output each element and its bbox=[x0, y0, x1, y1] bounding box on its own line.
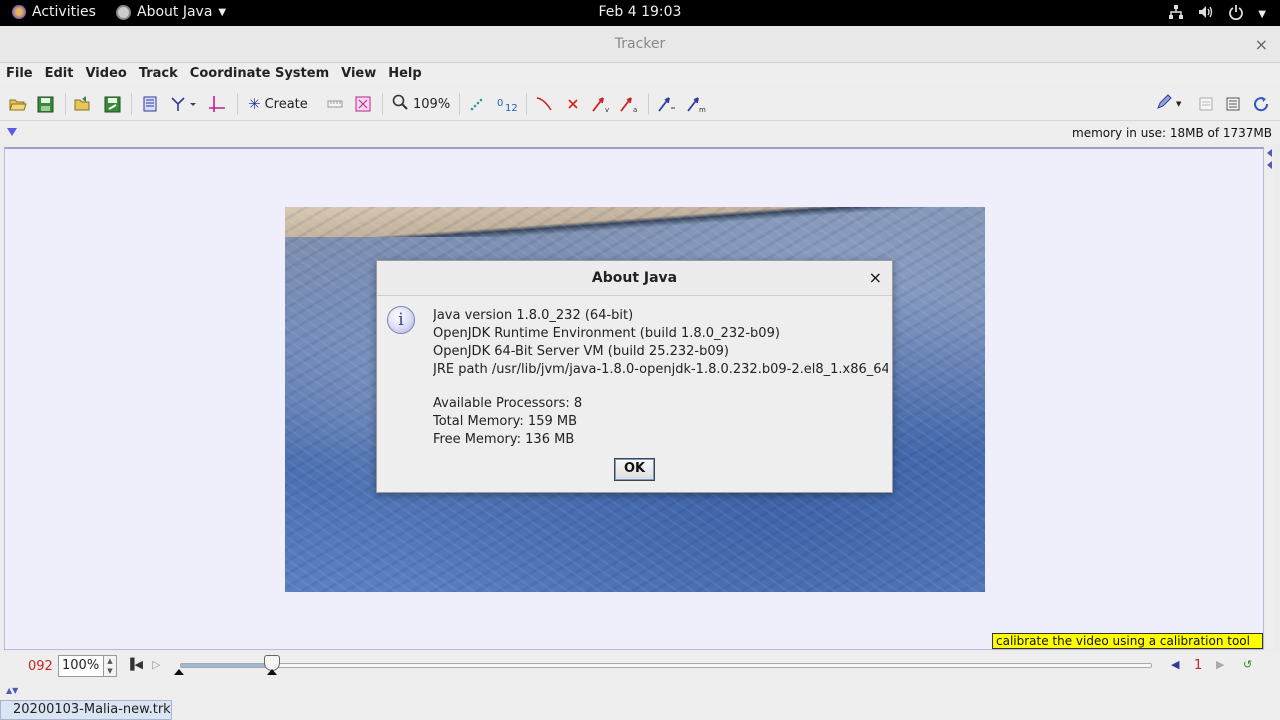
save-icon[interactable] bbox=[37, 95, 54, 113]
svg-text:a: a bbox=[633, 106, 637, 113]
pencil-icon bbox=[1156, 94, 1174, 114]
trails-icon[interactable] bbox=[469, 95, 485, 113]
calibration-tools-icon[interactable] bbox=[170, 95, 196, 113]
clip-settings-icon[interactable] bbox=[142, 95, 158, 113]
expand-left-icon[interactable] bbox=[1267, 149, 1272, 157]
system-top-bar: Activities About Java ▼ Feb 4 19:03 ▼ bbox=[0, 0, 1280, 26]
dialog-title: About Java bbox=[591, 270, 678, 286]
chevron-down-icon: ▼ bbox=[1176, 100, 1182, 108]
frame-slider-fill bbox=[181, 664, 274, 667]
playback-rate-field[interactable]: 100% bbox=[58, 655, 104, 677]
server-vm-line: OpenJDK 64-Bit Server VM (build 25.232-b… bbox=[433, 344, 729, 359]
labels-icon[interactable]: 0 12 bbox=[497, 95, 517, 113]
start-frame-marker[interactable] bbox=[174, 669, 184, 675]
svg-text:m: m bbox=[699, 106, 706, 113]
system-status-area[interactable]: ▼ bbox=[1168, 4, 1266, 24]
tab-strip-collapse-icon[interactable]: ▲▼ bbox=[6, 686, 18, 695]
menu-coordinate-system[interactable]: Coordinate System bbox=[184, 63, 335, 85]
tab-trk-file[interactable]: 20200103-Malia-new.trk bbox=[0, 700, 172, 720]
power-icon bbox=[1228, 4, 1244, 24]
menu-bar: File Edit Video Track Coordinate System … bbox=[0, 63, 1280, 85]
go-to-start-button[interactable]: ▐◀ bbox=[126, 658, 143, 671]
ruler-toggle-icon[interactable] bbox=[355, 95, 371, 113]
runtime-environment-line: OpenJDK Runtime Environment (build 1.8.0… bbox=[433, 326, 780, 341]
frame-slider[interactable] bbox=[180, 663, 1152, 668]
free-memory-line: Free Memory: 136 MB bbox=[433, 432, 575, 447]
file-tab-strip: ▲▼ 20200103-Malia-new.trk bbox=[0, 684, 1280, 720]
window-close-button[interactable]: × bbox=[1255, 35, 1268, 54]
path-icon[interactable] bbox=[536, 95, 554, 113]
dialog-close-button[interactable]: × bbox=[869, 268, 882, 287]
open-folder-icon[interactable] bbox=[74, 95, 92, 113]
java-version-line: Java version 1.8.0_232 (64-bit) bbox=[433, 308, 634, 323]
svg-text:v: v bbox=[605, 106, 609, 113]
acceleration-icon[interactable]: a bbox=[619, 95, 639, 113]
window-title-bar: Tracker × bbox=[0, 26, 1280, 63]
open-file-icon[interactable] bbox=[9, 95, 27, 113]
main-toolbar: ✳ Create 109% 0 12 v a m ▼ bbox=[0, 87, 1280, 121]
dialog-title-bar: About Java × bbox=[377, 261, 892, 296]
memory-usage[interactable]: memory in use: 18MB of 1737MB bbox=[1072, 126, 1272, 140]
svg-text:12: 12 bbox=[505, 103, 517, 112]
total-memory-line: Total Memory: 159 MB bbox=[433, 414, 578, 429]
reference-frame-icon[interactable] bbox=[657, 95, 677, 113]
refresh-icon[interactable] bbox=[1253, 95, 1270, 113]
playback-rate-stepper[interactable]: ▲ ▼ bbox=[103, 655, 117, 677]
track-control-icon[interactable] bbox=[1226, 95, 1240, 113]
mass-icon[interactable]: m bbox=[686, 95, 706, 113]
create-track-button[interactable]: ✳ Create bbox=[248, 95, 308, 113]
frame-number[interactable]: 092 bbox=[28, 659, 53, 674]
clock[interactable]: Feb 4 19:03 bbox=[0, 4, 1280, 20]
current-frame-marker[interactable] bbox=[267, 669, 277, 675]
position-marker-icon[interactable] bbox=[564, 95, 582, 113]
step-back-button[interactable]: ◀ bbox=[1171, 658, 1179, 671]
create-track-label: Create bbox=[264, 96, 308, 112]
available-processors-line: Available Processors: 8 bbox=[433, 396, 583, 411]
network-icon bbox=[1168, 4, 1184, 24]
menu-edit[interactable]: Edit bbox=[39, 63, 80, 85]
save-as-icon[interactable] bbox=[104, 95, 121, 113]
info-bar: memory in use: 18MB of 1737MB bbox=[0, 122, 1280, 144]
zoom-level: 109% bbox=[413, 96, 451, 112]
svg-text:0: 0 bbox=[497, 98, 503, 109]
velocity-icon[interactable]: v bbox=[591, 95, 611, 113]
zoom-button[interactable]: 109% bbox=[392, 94, 451, 114]
about-java-dialog: About Java × i Java version 1.8.0_232 (6… bbox=[376, 260, 893, 493]
java-info-text: Java version 1.8.0_232 (64-bit) OpenJDK … bbox=[433, 307, 888, 449]
side-panel-toggle[interactable] bbox=[1265, 147, 1275, 650]
menu-file[interactable]: File bbox=[0, 63, 39, 85]
notes-icon[interactable] bbox=[1199, 95, 1213, 113]
tape-measure-icon[interactable] bbox=[327, 95, 343, 113]
info-icon: i bbox=[387, 306, 415, 334]
ok-button[interactable]: OK bbox=[614, 458, 655, 481]
zoom-icon bbox=[392, 94, 408, 114]
loop-toggle-icon[interactable]: ↺ bbox=[1243, 658, 1252, 671]
expand-left-icon[interactable] bbox=[1267, 161, 1272, 169]
video-player-bar: 092 100% ▲ ▼ ▐◀ ▷ ◀ 1 ▶ ↺ bbox=[0, 652, 1280, 684]
chevron-down-icon: ▼ bbox=[1258, 8, 1266, 20]
menu-view[interactable]: View bbox=[335, 63, 382, 85]
calibration-hint: calibrate the video using a calibration … bbox=[992, 633, 1263, 649]
jre-path-line: JRE path /usr/lib/jvm/java-1.8.0-openjdk… bbox=[433, 362, 888, 377]
step-size[interactable]: 1 bbox=[1194, 658, 1202, 673]
window-title: Tracker bbox=[614, 36, 666, 52]
axes-icon[interactable] bbox=[208, 95, 226, 113]
pencil-button[interactable]: ▼ bbox=[1156, 94, 1182, 114]
step-forward-button[interactable]: ▶ bbox=[1216, 658, 1224, 671]
volume-icon bbox=[1198, 4, 1214, 24]
menu-help[interactable]: Help bbox=[382, 63, 427, 85]
create-track-icon: ✳ bbox=[248, 95, 261, 113]
menu-video[interactable]: Video bbox=[79, 63, 132, 85]
view-menu-triangle-icon[interactable] bbox=[7, 128, 17, 136]
menu-track[interactable]: Track bbox=[133, 63, 184, 85]
play-button[interactable]: ▷ bbox=[152, 658, 160, 671]
